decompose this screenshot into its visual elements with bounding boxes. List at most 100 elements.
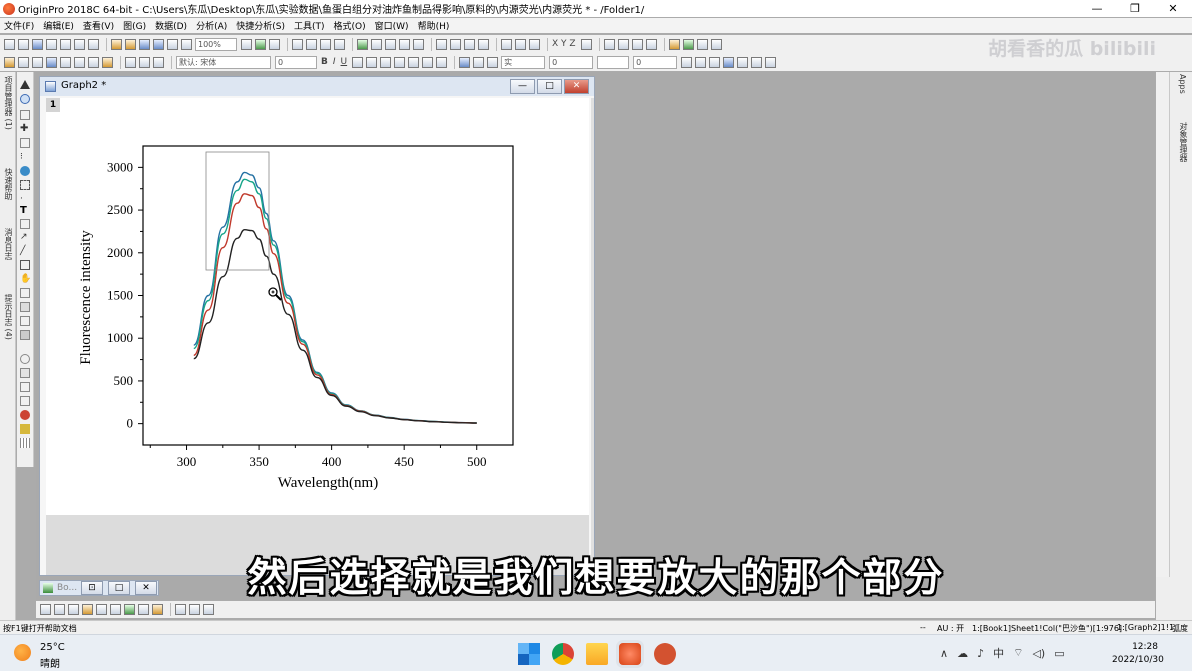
- menu-format[interactable]: 格式(O): [334, 19, 366, 32]
- graph-option-icon[interactable]: [18, 56, 29, 68]
- menu-quick-analysis[interactable]: 快捷分析(S): [236, 19, 285, 32]
- messages-log-tab[interactable]: 消息日志: [1, 228, 14, 260]
- rotate-tool-icon[interactable]: [20, 382, 30, 392]
- duplicate-icon[interactable]: [255, 38, 266, 50]
- data-selector-tool-icon[interactable]: [20, 166, 30, 176]
- pointer-tool-icon[interactable]: [20, 80, 30, 89]
- italic-button[interactable]: I: [333, 57, 336, 67]
- file-explorer-icon[interactable]: [586, 643, 608, 665]
- polygon-tool-icon[interactable]: [20, 368, 30, 378]
- record-tool-icon[interactable]: [20, 410, 30, 420]
- quick-help-tab[interactable]: 快速帮助: [1, 168, 14, 200]
- insert-graph-tool-icon[interactable]: [20, 316, 30, 326]
- grid-icon[interactable]: [709, 56, 721, 68]
- move-right-icon[interactable]: [631, 38, 643, 50]
- smart-hint-log-tab[interactable]: 提示日志 (4): [1, 294, 14, 340]
- align-icon[interactable]: [422, 56, 434, 68]
- stack-plot-icon[interactable]: [464, 38, 475, 50]
- origin-taskbar-icon[interactable]: [619, 643, 641, 665]
- bar-plot-icon[interactable]: [450, 38, 461, 50]
- symbol-size-select[interactable]: 0: [633, 55, 678, 69]
- open-icon[interactable]: [111, 38, 122, 50]
- new-matrix-icon[interactable]: [46, 38, 57, 50]
- font-color-icon[interactable]: [436, 56, 448, 68]
- data-reader-icon[interactable]: [74, 56, 85, 68]
- disregard-column-icon[interactable]: [580, 38, 592, 50]
- double-y-icon[interactable]: [189, 604, 200, 615]
- font-map-icon[interactable]: [723, 56, 735, 68]
- new-project-icon[interactable]: [4, 38, 15, 50]
- fluorescence-chart[interactable]: 300 350 400 450 500 0 500 1000 1500 2000 2500 3000 W…: [39, 76, 595, 576]
- contour-plot-icon[interactable]: [152, 604, 163, 615]
- layer-contents-icon[interactable]: [46, 56, 57, 68]
- new-workbook-icon[interactable]: [18, 38, 29, 50]
- insert-image-tool-icon[interactable]: [20, 424, 30, 434]
- scale-tool-icon[interactable]: [20, 110, 30, 120]
- move-last-icon[interactable]: [645, 38, 657, 50]
- move-first-icon[interactable]: [603, 38, 615, 50]
- add-table-icon[interactable]: [413, 38, 424, 50]
- close-button[interactable]: ✕: [1154, 0, 1192, 17]
- pattern-icon[interactable]: [473, 56, 485, 68]
- new-notes-icon[interactable]: [88, 38, 99, 50]
- command-window-icon[interactable]: [320, 38, 331, 50]
- font-size-select[interactable]: 0: [275, 55, 317, 69]
- save-template-icon[interactable]: [153, 38, 164, 50]
- mask-tool-icon[interactable]: [20, 302, 30, 312]
- input-method-indicator[interactable]: 中: [993, 645, 1004, 661]
- hand-tool-icon[interactable]: ✋: [20, 274, 31, 284]
- powerpoint-app-icon[interactable]: [654, 643, 676, 665]
- microphone-icon[interactable]: ♪: [977, 647, 984, 660]
- paint-icon[interactable]: [102, 56, 113, 68]
- cut-icon[interactable]: [125, 56, 136, 68]
- front-back-icon[interactable]: [765, 56, 777, 68]
- arrow-style-select[interactable]: [597, 55, 630, 69]
- sort-icon[interactable]: [478, 38, 489, 50]
- data-cursor-tool-icon[interactable]: ⁝: [20, 152, 30, 162]
- column-plot-icon[interactable]: [436, 38, 447, 50]
- rescale-icon[interactable]: [371, 38, 382, 50]
- worksheet-tools-icon[interactable]: [668, 38, 680, 50]
- insert-worksheet-tool-icon[interactable]: [20, 438, 30, 448]
- menu-window[interactable]: 窗口(W): [375, 19, 409, 32]
- new-graph-icon[interactable]: [32, 38, 43, 50]
- add-layer-icon[interactable]: [357, 38, 368, 50]
- code-builder-icon[interactable]: [292, 38, 303, 50]
- fill-pattern-icon[interactable]: [681, 56, 693, 68]
- menu-graph[interactable]: 图(G): [123, 19, 146, 32]
- save-icon[interactable]: [139, 38, 150, 50]
- project-explorer-icon[interactable]: [334, 38, 345, 50]
- tray-overflow-icon[interactable]: ∧: [940, 647, 948, 660]
- menu-help[interactable]: 帮助(H): [418, 19, 450, 32]
- move-left-icon[interactable]: [617, 38, 629, 50]
- annotation-tool-icon[interactable]: [20, 288, 30, 298]
- descriptive-stats-icon[interactable]: [696, 38, 708, 50]
- line-symbol-plot-icon[interactable]: [68, 604, 79, 615]
- template-library-icon[interactable]: [203, 604, 214, 615]
- line-style-select[interactable]: 实: [501, 55, 546, 69]
- set-values-icon[interactable]: [710, 38, 722, 50]
- new-layout-icon[interactable]: [74, 38, 85, 50]
- refresh-icon[interactable]: [241, 38, 252, 50]
- copy-icon[interactable]: [139, 56, 150, 68]
- region-select-tool-icon[interactable]: [20, 180, 30, 190]
- import-icon[interactable]: [167, 38, 178, 50]
- font-select[interactable]: 默认: 宋体: [176, 55, 271, 69]
- fill-color-icon[interactable]: [459, 56, 471, 68]
- axis-tool-icon[interactable]: [20, 219, 30, 229]
- paste-icon[interactable]: [153, 56, 164, 68]
- zoom-tool-icon[interactable]: [20, 94, 30, 104]
- graph-style-icon[interactable]: [4, 56, 15, 68]
- lock-icon[interactable]: [88, 56, 99, 68]
- filter-settings-icon[interactable]: [529, 38, 540, 50]
- print-icon[interactable]: [181, 38, 192, 50]
- text-tool-icon[interactable]: T: [20, 205, 30, 216]
- menu-data[interactable]: 数据(D): [155, 19, 187, 32]
- recalculate-icon[interactable]: [269, 38, 280, 50]
- insert-equation-tool-icon[interactable]: [20, 396, 30, 406]
- error-bar-plot-icon[interactable]: [110, 604, 121, 615]
- menu-view[interactable]: 查看(V): [83, 19, 114, 32]
- menu-file[interactable]: 文件(F): [4, 19, 34, 32]
- open-template-icon[interactable]: [125, 38, 136, 50]
- border-icon[interactable]: [695, 56, 707, 68]
